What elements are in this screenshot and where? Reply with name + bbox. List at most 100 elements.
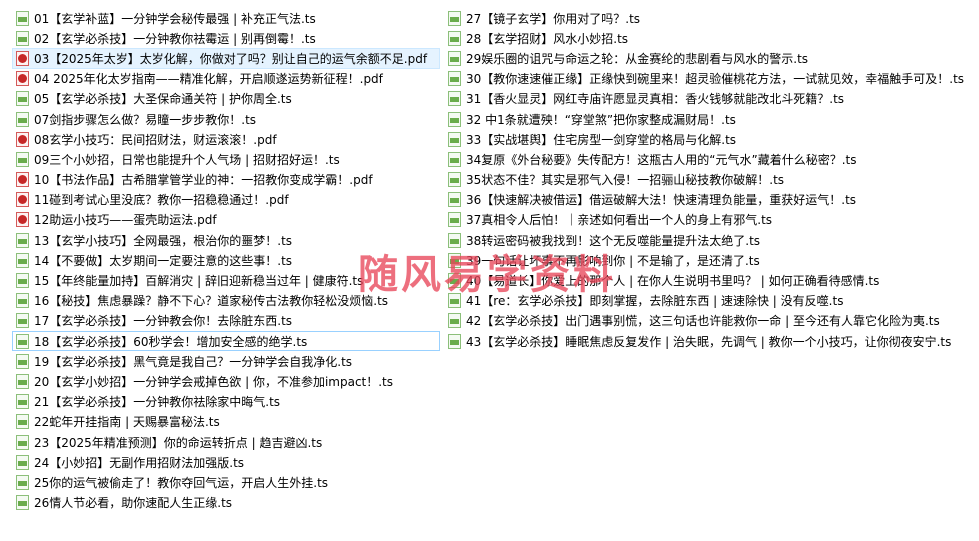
- file-name: 28【玄学招财】风水小妙招.ts: [466, 31, 629, 46]
- file-item[interactable]: 01【玄学补蓝】一分钟学会秘传最强 | 补充正气法.ts: [12, 8, 440, 28]
- file-name: 32 中1条就遭殃！“穿堂煞”把你家整成漏财局！.ts: [466, 112, 736, 127]
- file-item[interactable]: 12助运小技巧——蛋壳助运法.pdf: [12, 210, 440, 230]
- file-item[interactable]: 15【年终能量加持】百解消灾 | 辞旧迎新稳当过年 | 健康符.ts: [12, 270, 440, 290]
- file-item[interactable]: 05【玄学必杀技】大圣保命通关符 | 护你周全.ts: [12, 89, 440, 109]
- file-item[interactable]: 33【实战堪舆】住宅房型一剑穿堂的格局与化解.ts: [444, 129, 974, 149]
- pdf-file-icon: [16, 71, 29, 87]
- file-name: 23【2025年精准预测】你的命运转折点 | 趋吉避凶.ts: [34, 435, 323, 450]
- video-file-icon: [448, 91, 461, 107]
- file-name: 16【秘技】焦虑暴躁？静不下心？道家秘传古法教你轻松没烦恼.ts: [34, 294, 389, 309]
- video-file-icon: [16, 313, 29, 329]
- file-item[interactable]: 09三个小妙招，日常也能提升个人气场 | 招财招好运！.ts: [12, 149, 440, 169]
- video-file-icon: [16, 454, 29, 470]
- file-item[interactable]: 08玄学小技巧：民间招财法，财运滚滚！.pdf: [12, 129, 440, 149]
- file-item[interactable]: 03【2025年太岁】太岁化解，你做对了吗？别让自己的运气余额不足.pdf: [12, 48, 440, 69]
- video-file-icon: [16, 91, 29, 107]
- file-item[interactable]: 16【秘技】焦虑暴躁？静不下心？道家秘传古法教你轻松没烦恼.ts: [12, 291, 440, 311]
- file-name: 30【教你速速催正缘】正缘快到碗里来！超灵验催桃花方法，一试就见效，幸福触手可及…: [466, 72, 965, 87]
- video-file-icon: [16, 333, 29, 349]
- file-item[interactable]: 10【书法作品】古希腊掌管学业的神：一招教你变成学霸！.pdf: [12, 170, 440, 190]
- file-item[interactable]: 28【玄学招财】风水小妙招.ts: [444, 28, 974, 48]
- file-item[interactable]: 11碰到考试心里没底？教你一招稳稳通过！.pdf: [12, 190, 440, 210]
- file-name: 29娱乐圈的诅咒与命运之轮：从金赛纶的悲剧看与风水的警示.ts: [466, 51, 809, 66]
- file-item[interactable]: 14【不要做】太岁期间一定要注意的这些事！.ts: [12, 250, 440, 270]
- file-item[interactable]: 32 中1条就遭殃！“穿堂煞”把你家整成漏财局！.ts: [444, 109, 974, 129]
- file-name: 25你的运气被偷走了！教你夺回气运，开启人生外挂.ts: [34, 475, 329, 490]
- file-item[interactable]: 20【玄学小妙招】一分钟学会戒掉色欲 | 你，不准参加impact！.ts: [12, 371, 440, 391]
- file-item[interactable]: 26情人节必看，助你速配人生正缘.ts: [12, 493, 440, 513]
- video-file-icon: [16, 111, 29, 127]
- file-item[interactable]: 34复原《外台秘要》失传配方！这瓶古人用的“元气水”藏着什么秘密？.ts: [444, 149, 974, 169]
- file-name: 35状态不佳？其实是邪气入侵！一招骊山秘技教你破解！.ts: [466, 173, 785, 188]
- video-file-icon: [448, 293, 461, 309]
- video-file-icon: [448, 172, 461, 188]
- video-file-icon: [448, 313, 461, 329]
- file-item[interactable]: 39一句话让坏事不再影响到你 | 不是输了，是还清了.ts: [444, 250, 974, 270]
- file-name: 17【玄学必杀技】一分钟教会你！去除脏东西.ts: [34, 314, 293, 329]
- file-item[interactable]: 31【香火显灵】网红寺庙许愿显灵真相：香火钱够就能改北斗死籍？.ts: [444, 89, 974, 109]
- file-item[interactable]: 42【玄学必杀技】出门遇事别慌，这三句话也许能救你一命 | 至今还有人靠它化险为…: [444, 311, 974, 331]
- video-file-icon: [448, 50, 461, 66]
- file-item[interactable]: 19【玄学必杀技】黑气竟是我自己？一分钟学会自我净化.ts: [12, 351, 440, 371]
- file-item[interactable]: 13【玄学小技巧】全网最强，根治你的噩梦！.ts: [12, 230, 440, 250]
- file-item[interactable]: 18【玄学必杀技】60秒学会！增加安全感的绝学.ts: [12, 331, 440, 352]
- file-item[interactable]: 23【2025年精准预测】你的命运转折点 | 趋吉避凶.ts: [12, 432, 440, 452]
- video-file-icon: [448, 273, 461, 289]
- file-name: 07剑指步骤怎么做？易瞳一步步教你！.ts: [34, 112, 257, 127]
- video-file-icon: [448, 71, 461, 87]
- file-name: 39一句话让坏事不再影响到你 | 不是输了，是还清了.ts: [466, 253, 760, 268]
- file-item[interactable]: 17【玄学必杀技】一分钟教会你！去除脏东西.ts: [12, 311, 440, 331]
- file-name: 41【re：玄学必杀技】即刻掌握，去除脏东西 | 速速除快 | 没有反噬.ts: [466, 294, 844, 309]
- file-item[interactable]: 43【玄学必杀技】睡眠焦虑反复发作 | 治失眠，先调气 | 教你一个小技巧，让你…: [444, 331, 974, 351]
- video-file-icon: [448, 111, 461, 127]
- file-name: 03【2025年太岁】太岁化解，你做对了吗？别让自己的运气余额不足.pdf: [34, 51, 428, 66]
- file-item[interactable]: 29娱乐圈的诅咒与命运之轮：从金赛纶的悲剧看与风水的警示.ts: [444, 48, 974, 68]
- video-file-icon: [448, 252, 461, 268]
- file-name: 14【不要做】太岁期间一定要注意的这些事！.ts: [34, 253, 293, 268]
- file-item[interactable]: 30【教你速速催正缘】正缘快到碗里来！超灵验催桃花方法，一试就见效，幸福触手可及…: [444, 69, 974, 89]
- video-file-icon: [16, 293, 29, 309]
- video-file-icon: [16, 30, 29, 46]
- video-file-icon: [16, 414, 29, 430]
- video-file-icon: [16, 232, 29, 248]
- file-item[interactable]: 38转运密码被我找到！这个无反噬能量提升法太绝了.ts: [444, 230, 974, 250]
- file-name: 01【玄学补蓝】一分钟学会秘传最强 | 补充正气法.ts: [34, 11, 316, 26]
- file-item[interactable]: 27【镜子玄学】你用对了吗？.ts: [444, 8, 974, 28]
- file-item[interactable]: 40【易道长】你爱上的那个人 | 在你人生说明书里吗？ | 如何正确看待感情.t…: [444, 270, 974, 290]
- video-file-icon: [448, 151, 461, 167]
- file-item[interactable]: 02【玄学必杀技】一分钟教你祛霉运 | 别再倒霉！.ts: [12, 28, 440, 48]
- file-name: 12助运小技巧——蛋壳助运法.pdf: [34, 213, 217, 228]
- file-item[interactable]: 22蛇年开挂指南 | 天赐暴富秘法.ts: [12, 412, 440, 432]
- file-name: 10【书法作品】古希腊掌管学业的神：一招教你变成学霸！.pdf: [34, 173, 373, 188]
- video-file-icon: [16, 434, 29, 450]
- file-item[interactable]: 21【玄学必杀技】一分钟教你祛除家中晦气.ts: [12, 392, 440, 412]
- video-file-icon: [448, 333, 461, 349]
- file-name: 42【玄学必杀技】出门遇事别慌，这三句话也许能救你一命 | 至今还有人靠它化险为…: [466, 314, 940, 329]
- file-item[interactable]: 35状态不佳？其实是邪气入侵！一招骊山秘技教你破解！.ts: [444, 170, 974, 190]
- video-file-icon: [448, 192, 461, 208]
- file-name: 13【玄学小技巧】全网最强，根治你的噩梦！.ts: [34, 233, 293, 248]
- file-item[interactable]: 36【快速解决被借运】借运破解大法！快速清理负能量，重获好运气！.ts: [444, 190, 974, 210]
- video-file-icon: [16, 10, 29, 26]
- video-file-icon: [16, 495, 29, 511]
- file-name: 04 2025年化太岁指南——精准化解，开启顺遂运势新征程！.pdf: [34, 72, 383, 87]
- file-name: 24【小妙招】无副作用招财法加强版.ts: [34, 455, 245, 470]
- file-name: 05【玄学必杀技】大圣保命通关符 | 护你周全.ts: [34, 92, 292, 107]
- file-item[interactable]: 37真相令人后怕！｜亲述如何看出一个人的身上有邪气.ts: [444, 210, 974, 230]
- file-name: 20【玄学小妙招】一分钟学会戒掉色欲 | 你，不准参加impact！.ts: [34, 374, 394, 389]
- file-item[interactable]: 07剑指步骤怎么做？易瞳一步步教你！.ts: [12, 109, 440, 129]
- file-name: 11碰到考试心里没底？教你一招稳稳通过！.pdf: [34, 193, 289, 208]
- pdf-file-icon: [16, 192, 29, 208]
- video-file-icon: [16, 151, 29, 167]
- pdf-file-icon: [16, 172, 29, 188]
- video-file-icon: [448, 30, 461, 46]
- file-item[interactable]: 04 2025年化太岁指南——精准化解，开启顺遂运势新征程！.pdf: [12, 69, 440, 89]
- file-name: 19【玄学必杀技】黑气竟是我自己？一分钟学会自我净化.ts: [34, 354, 353, 369]
- file-name: 21【玄学必杀技】一分钟教你祛除家中晦气.ts: [34, 395, 281, 410]
- file-name: 18【玄学必杀技】60秒学会！增加安全感的绝学.ts: [34, 334, 308, 349]
- file-item[interactable]: 25你的运气被偷走了！教你夺回气运，开启人生外挂.ts: [12, 472, 440, 492]
- file-name: 15【年终能量加持】百解消灾 | 辞旧迎新稳当过年 | 健康符.ts: [34, 274, 364, 289]
- file-name: 08玄学小技巧：民间招财法，财运滚滚！.pdf: [34, 132, 277, 147]
- file-item[interactable]: 41【re：玄学必杀技】即刻掌握，去除脏东西 | 速速除快 | 没有反噬.ts: [444, 291, 974, 311]
- file-item[interactable]: 24【小妙招】无副作用招财法加强版.ts: [12, 452, 440, 472]
